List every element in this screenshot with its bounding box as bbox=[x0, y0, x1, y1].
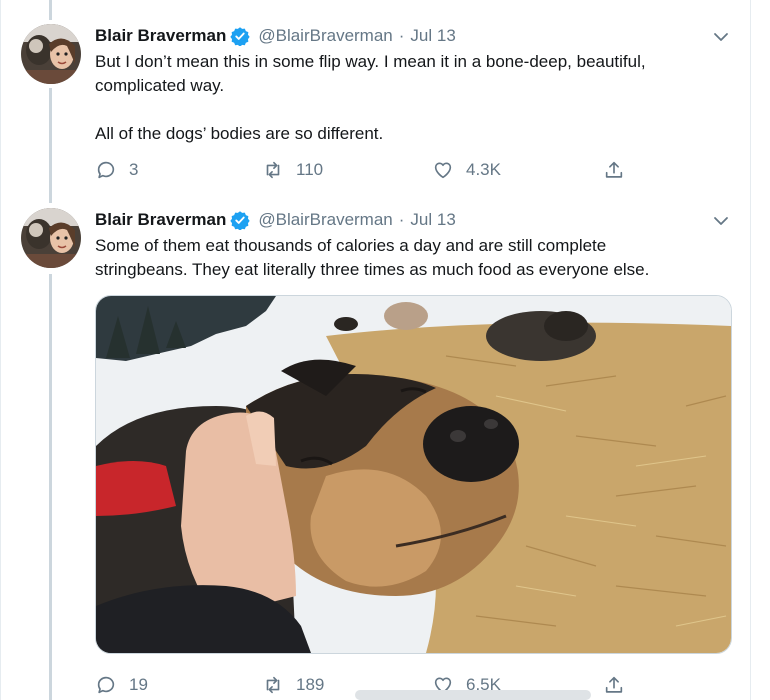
tweet-text-line: Some of them eat thousands of calories a… bbox=[95, 236, 607, 255]
share-button[interactable] bbox=[603, 159, 625, 181]
reply-button[interactable]: 19 bbox=[95, 674, 148, 696]
retweet-button[interactable]: 189 bbox=[262, 674, 324, 696]
tweet-actions: 3 110 4.3K bbox=[95, 159, 635, 183]
share-icon bbox=[605, 161, 623, 178]
chevron-down-icon[interactable] bbox=[711, 27, 731, 47]
reply-button[interactable]: 3 bbox=[95, 159, 138, 181]
retweet-button[interactable]: 110 bbox=[262, 159, 323, 181]
horizontal-scrollbar[interactable] bbox=[355, 690, 591, 700]
tweet-text-line bbox=[95, 98, 735, 122]
timeline-border-right bbox=[750, 0, 751, 700]
tweet[interactable]: Blair Braverman @BlairBraverman · Jul 13… bbox=[0, 0, 750, 200]
tweet-date[interactable]: Jul 13 bbox=[410, 26, 455, 46]
share-button[interactable] bbox=[603, 674, 625, 696]
author-name[interactable]: Blair Braverman bbox=[95, 210, 226, 230]
avatar[interactable] bbox=[21, 208, 81, 268]
tweet-text: But I don’t mean this in some flip way. … bbox=[95, 50, 735, 146]
retweet-count: 189 bbox=[296, 675, 325, 694]
tweet-text-line: All of the dogs’ bodies are so different… bbox=[95, 124, 384, 143]
dog-photo-illustration bbox=[96, 296, 731, 653]
tweet-text-line: stringbeans. They eat literally three ti… bbox=[95, 260, 650, 279]
tweet-header: Blair Braverman @BlairBraverman · Jul 13 bbox=[95, 209, 456, 231]
author-handle[interactable]: @BlairBraverman bbox=[258, 210, 392, 230]
avatar[interactable] bbox=[21, 24, 81, 84]
retweet-icon bbox=[266, 676, 280, 694]
like-button[interactable]: 4.3K bbox=[432, 159, 501, 181]
reply-icon bbox=[97, 676, 115, 694]
tweet[interactable]: Blair Braverman @BlairBraverman · Jul 13… bbox=[0, 200, 750, 700]
author-name[interactable]: Blair Braverman bbox=[95, 26, 226, 46]
verified-icon bbox=[230, 27, 251, 46]
tweet-photo[interactable] bbox=[95, 295, 732, 654]
retweet-icon bbox=[266, 161, 280, 179]
author-handle[interactable]: @BlairBraverman bbox=[258, 26, 392, 46]
tweet-date[interactable]: Jul 13 bbox=[410, 210, 455, 230]
reply-count: 3 bbox=[129, 160, 139, 179]
separator: · bbox=[398, 210, 405, 229]
reply-icon bbox=[97, 161, 115, 179]
separator: · bbox=[398, 26, 405, 45]
share-icon bbox=[605, 676, 623, 693]
verified-icon bbox=[230, 211, 251, 230]
like-count: 4.3K bbox=[466, 160, 501, 179]
retweet-count: 110 bbox=[296, 160, 324, 179]
tweet-header: Blair Braverman @BlairBraverman · Jul 13 bbox=[95, 25, 456, 47]
reply-count: 19 bbox=[129, 675, 148, 694]
tweet-text-line: But I don’t mean this in some flip way. … bbox=[95, 52, 646, 71]
tweet-text: Some of them eat thousands of calories a… bbox=[95, 234, 735, 282]
tweet-text-line: complicated way. bbox=[95, 76, 225, 95]
chevron-down-icon[interactable] bbox=[711, 211, 731, 231]
like-icon bbox=[434, 162, 452, 179]
